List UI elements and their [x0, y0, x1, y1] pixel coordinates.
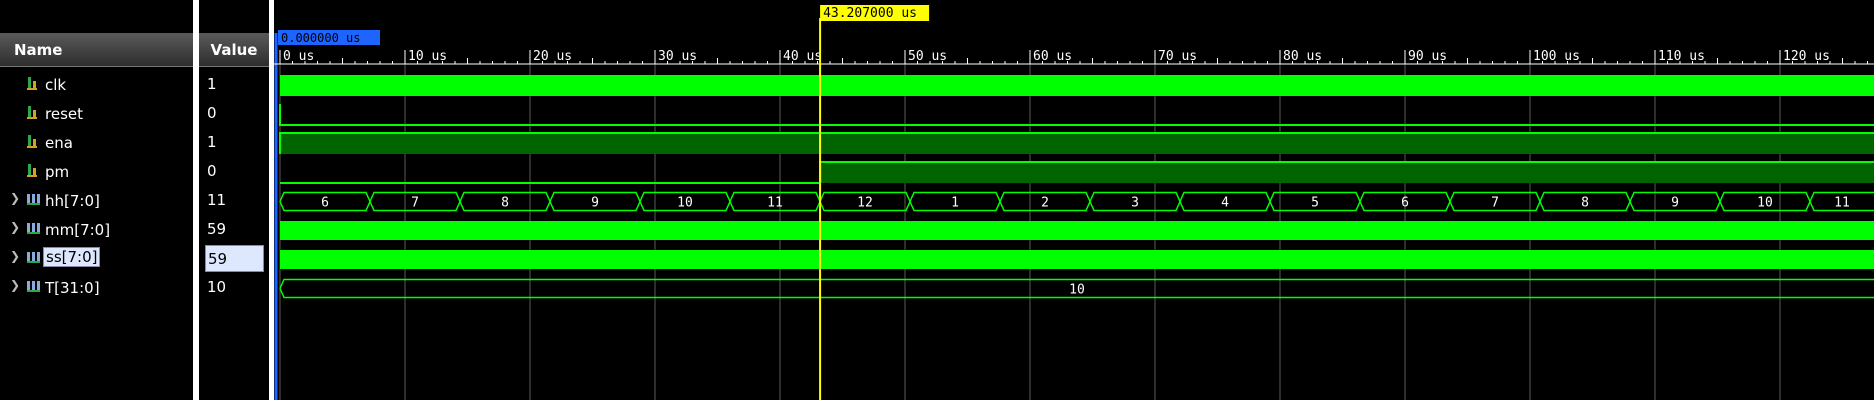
time-tick-label: 40 us	[783, 49, 822, 64]
signal-name: pm	[45, 163, 70, 181]
T-bus-value: 10	[1069, 283, 1085, 298]
chevron-right-icon[interactable]: ❯	[10, 278, 20, 292]
signal-row-mm[interactable]: ❯ mm[7:0]	[0, 216, 193, 245]
value-column-header[interactable]: Value	[199, 33, 269, 67]
time-tick-label: 20 us	[533, 49, 572, 64]
hh-bus-value: 8	[501, 196, 509, 211]
hh-bus-value: 10	[1757, 196, 1773, 211]
pm-high-fill	[820, 162, 1874, 183]
signal-name: reset	[45, 105, 83, 123]
signal-row-T[interactable]: ❯ T[31:0]	[0, 274, 193, 303]
time-tick-label: 70 us	[1158, 49, 1197, 64]
scalar-signal-icon	[26, 134, 40, 154]
reset-waveform	[279, 104, 1874, 126]
time-tick-label: 110 us	[1658, 49, 1705, 64]
hh-bus-value: 1	[951, 196, 959, 211]
scalar-signal-icon	[26, 163, 40, 183]
hh-bus-value: 6	[1401, 196, 1409, 211]
signal-row-hh[interactable]: ❯ hh[7:0]	[0, 187, 193, 216]
signal-row-clk[interactable]: clk	[0, 71, 193, 100]
signal-value-pm: 0	[207, 162, 217, 180]
signal-name: hh[7:0]	[45, 192, 100, 210]
time-tick-label: 100 us	[1533, 49, 1580, 64]
time-tick-label: 60 us	[1033, 49, 1072, 64]
hh-bus-value: 7	[1491, 196, 1499, 211]
signal-row-reset[interactable]: reset	[0, 100, 193, 129]
time-tick-label: 50 us	[908, 49, 947, 64]
signal-value-hh: 11	[207, 191, 227, 209]
name-column-header[interactable]: Name	[0, 33, 193, 67]
hh-bus-value: 7	[411, 196, 419, 211]
hh-bus-value: 6	[321, 196, 329, 211]
hh-bus-value: 8	[1581, 196, 1589, 211]
chevron-right-icon[interactable]: ❯	[10, 191, 20, 205]
signal-value-reset: 0	[207, 104, 217, 122]
time-tick-label: 30 us	[658, 49, 697, 64]
chevron-right-icon[interactable]: ❯	[10, 220, 20, 234]
hh-bus-value: 2	[1041, 196, 1049, 211]
scalar-signal-icon	[26, 76, 40, 96]
hh-bus-value: 11	[767, 196, 783, 211]
signal-value-mm: 59	[207, 220, 227, 238]
hh-bus-value: 12	[857, 196, 873, 211]
start-marker-label: 0.000000 us	[281, 31, 360, 45]
signal-value-T: 10	[207, 278, 227, 296]
bus-signal-icon	[26, 192, 42, 212]
waveform-canvas[interactable]: 0 us 10 us 20 us 30 us 40 us 50 us 60 us 70 us 8…	[274, 0, 1874, 400]
clk-waveform	[280, 75, 1874, 96]
cursor-time-label: 43.207000 us	[823, 6, 917, 21]
hh-bus-value: 9	[591, 196, 599, 211]
chevron-right-icon[interactable]: ❯	[10, 249, 20, 263]
bus-signal-icon	[26, 250, 42, 270]
signal-name: ss[7:0]	[43, 247, 101, 267]
signal-value-ena: 1	[207, 133, 217, 151]
time-tick-label: 120 us	[1783, 49, 1830, 64]
bus-signal-icon	[26, 279, 42, 299]
signal-row-pm[interactable]: pm	[0, 158, 193, 187]
signal-value-clk: 1	[207, 75, 217, 93]
signal-name: clk	[45, 76, 67, 94]
hh-bus-value: 11	[1834, 196, 1850, 211]
signal-name: mm[7:0]	[45, 221, 111, 239]
hh-bus-value: 4	[1221, 196, 1229, 211]
signal-name: T[31:0]	[45, 279, 100, 297]
time-tick-label: 80 us	[1283, 49, 1322, 64]
time-tick-label: 0 us	[283, 49, 314, 64]
signal-row-ena[interactable]: ena	[0, 129, 193, 158]
signal-name: ena	[45, 134, 73, 152]
time-tick-label: 10 us	[408, 49, 447, 64]
bus-signal-icon	[26, 221, 42, 241]
mm-waveform	[280, 221, 1874, 240]
hh-bus-value: 10	[677, 196, 693, 211]
ena-high-fill	[280, 133, 1874, 154]
hh-bus-value: 3	[1131, 196, 1139, 211]
hh-bus-value: 5	[1311, 196, 1319, 211]
scalar-signal-icon	[26, 105, 40, 125]
time-tick-label: 90 us	[1408, 49, 1447, 64]
signal-row-ss[interactable]: ❯ ss[7:0]	[0, 245, 193, 274]
hh-bus-value: 9	[1671, 196, 1679, 211]
ss-waveform	[280, 250, 1874, 269]
signal-value-ss: 59	[205, 245, 264, 272]
